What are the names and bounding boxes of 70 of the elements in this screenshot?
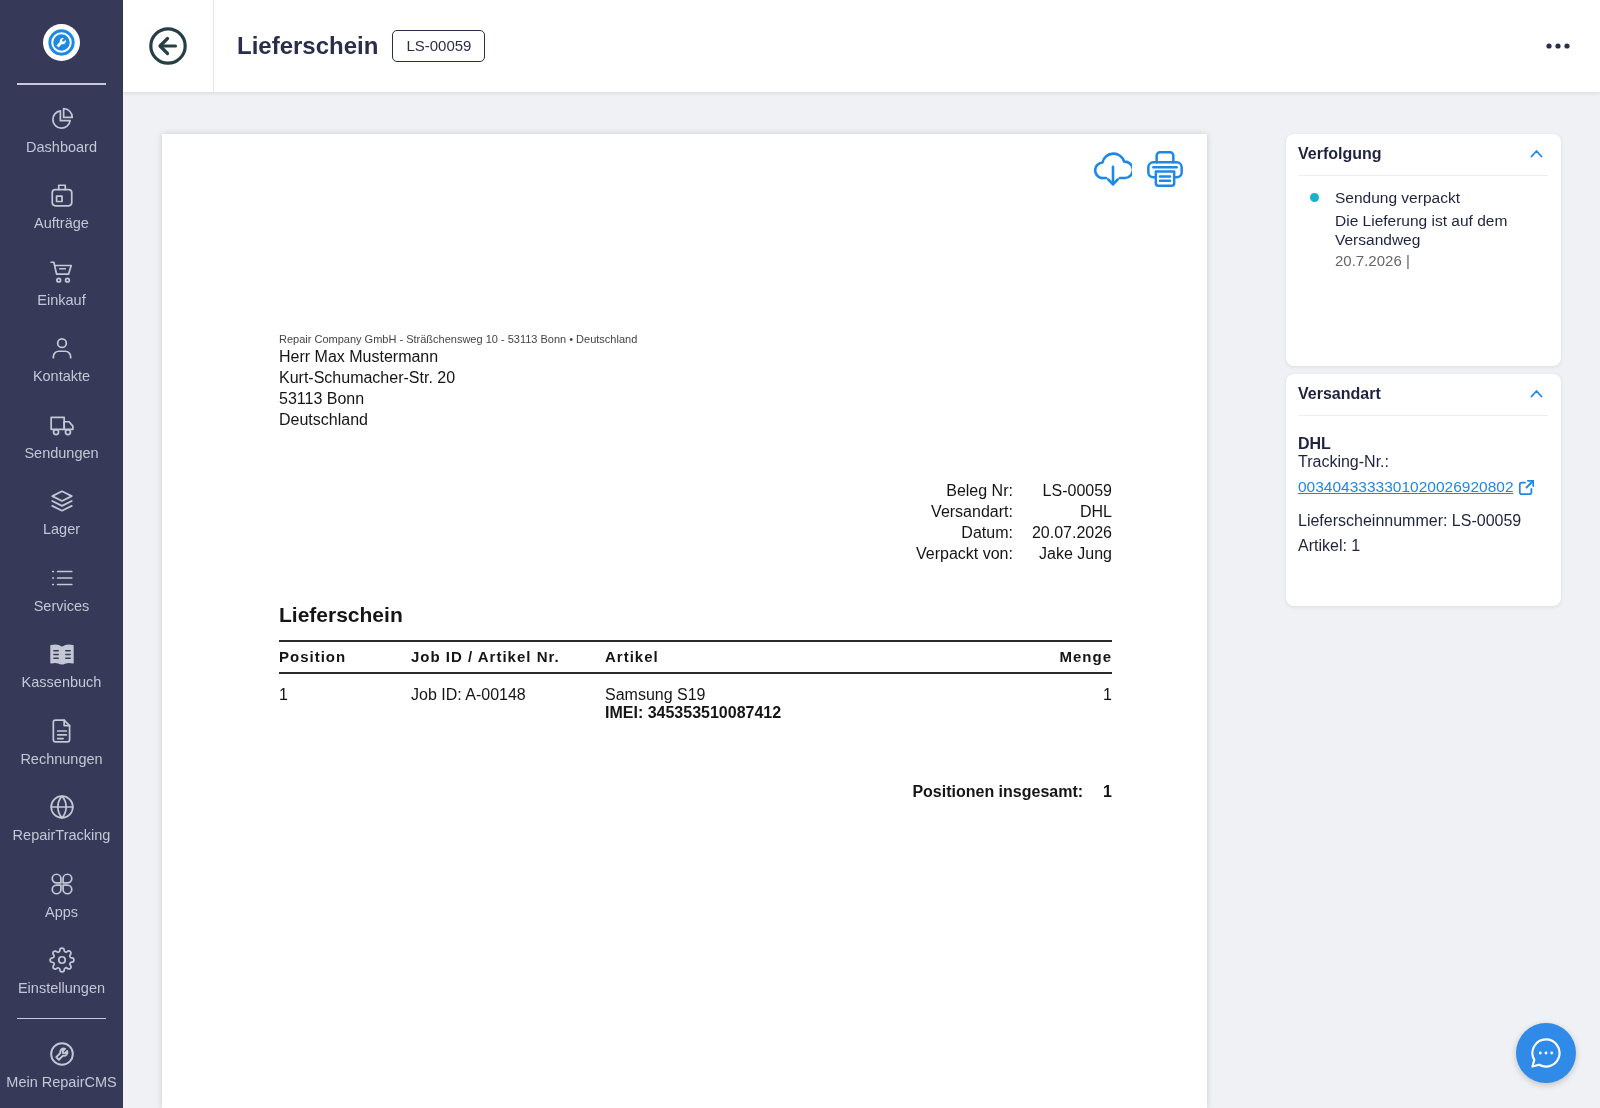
card-title: Versandart [1298,384,1381,404]
gear-icon [48,947,75,973]
meta-value: DHL [1079,502,1112,522]
wrench-logo-icon [43,24,80,61]
meta-label: Versandart: [930,502,1013,522]
meta-value: 20.07.2026 [1031,523,1112,543]
column-header: Artikel [605,641,992,673]
table-cell: Job ID: A-00148 [411,673,605,722]
table-cell: 1 [992,673,1112,722]
cart-icon [48,258,75,285]
meta-label: Beleg Nr: [945,481,1013,501]
grid-icon [48,870,75,897]
chevron-up-icon[interactable] [1530,150,1543,158]
event-date: 20.7.2026 | [1335,251,1411,270]
document-number-badge: LS-00059 [392,30,486,62]
sidebar-item[interactable]: Dashboard [0,92,123,169]
open-book-icon [48,641,75,667]
total-label: Positionen insgesamt: [912,782,1084,802]
address-line: 53113 Bonn [279,389,366,409]
printer-icon [1146,151,1184,187]
sidebar-item[interactable]: Einkauf [0,245,123,322]
article-name: Samsung S19 [605,686,707,704]
page-title: Lieferschein [237,31,379,61]
column-header: Position [279,641,411,673]
delivery-note-number: Lieferscheinnummer: LS-00059 [1298,511,1523,531]
address-line: Deutschland [279,410,369,430]
suitcase-icon [48,182,75,208]
tracking-link[interactable]: 0034043333301020026920802 [1298,477,1534,497]
sidebar-item[interactable]: RepairTracking [0,781,123,858]
sidebar-item[interactable]: Aufträge [0,169,123,246]
sidebar-item[interactable]: Lager [0,475,123,552]
sidebar-item[interactable]: Kassenbuch [0,628,123,705]
sidebar-item[interactable]: Sendungen [0,398,123,475]
tracking-label: Tracking-Nr.: [1298,453,1390,471]
meta-label: Datum: [960,523,1013,543]
total-value: 1 [1103,782,1112,802]
wrench-icon [48,1041,75,1067]
status-dot-icon [1310,193,1319,202]
layers-icon [48,488,75,514]
event-title: Sendung verpackt [1335,188,1461,207]
column-header: Menge [992,641,1112,673]
external-link-icon [1518,479,1534,495]
item-count: Artikel: 1 [1298,536,1362,556]
sidebar-item[interactable]: Kontakte [0,322,123,399]
event-description: Die Lieferung ist auf dem Versandweg [1335,211,1509,249]
article-imei: IMEI: 345353510087412 [605,704,783,722]
globe-icon [48,794,75,820]
sidebar-item[interactable]: Rechnungen [0,704,123,781]
back-button[interactable] [123,0,214,92]
meta-value: LS-00059 [1041,481,1112,501]
sidebar-item[interactable]: Mein RepairCMS [0,1019,123,1091]
carrier-name: DHL [1298,435,1332,453]
sidebar-item[interactable]: Apps [0,857,123,934]
card-title: Verfolgung [1298,144,1382,164]
meta-label: Verpackt von: [915,544,1013,564]
sidebar-item[interactable]: Einstellungen [0,934,123,1011]
section-heading: Lieferschein [279,602,404,628]
chevron-up-icon[interactable] [1530,390,1543,398]
table-cell: 1 [279,673,411,722]
print-button[interactable] [1146,151,1184,189]
address-line: Herr Max Mustermann [279,347,440,367]
sender-line: Repair Company GmbH - Sträßchensweg 10 - 53113 Bonn • Deutschland [279,332,639,346]
sidebar-item[interactable]: Services [0,551,123,628]
column-header: Job ID / Artikel Nr. [411,641,605,673]
chat-bubble-icon [1531,1038,1561,1068]
cloud-download-icon [1094,151,1132,187]
download-button[interactable] [1094,151,1132,189]
meta-value: Jake Jung [1038,544,1112,564]
address-line: Kurt-Schumacher-Str. 20 [279,368,457,388]
more-icon [1546,43,1570,49]
